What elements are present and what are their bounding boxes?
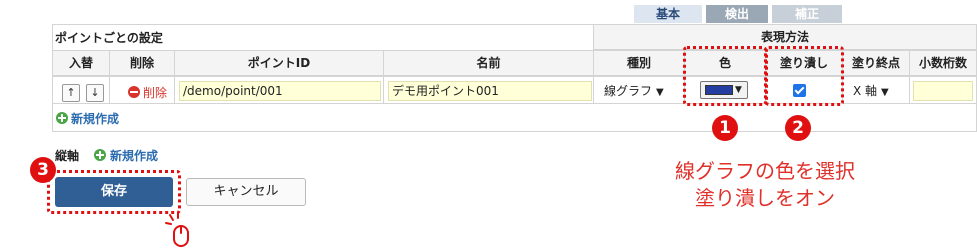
- step-badge-1: 1: [712, 115, 738, 141]
- cancel-button[interactable]: キャンセル: [186, 178, 306, 206]
- col-header-decimals: 小数桁数: [909, 50, 977, 76]
- col-header-type: 種別: [593, 50, 685, 76]
- section-title: ポイントごとの設定: [55, 31, 163, 45]
- add-icon[interactable]: [56, 112, 68, 124]
- fill-end-value: X 軸: [853, 84, 878, 98]
- annotation-line2: 塗り潰しをオン: [695, 186, 835, 210]
- mouse-click-icon: [165, 212, 189, 247]
- chevron-down-icon: ▼: [656, 87, 664, 98]
- step-badge-3: 3: [30, 157, 56, 183]
- add-icon[interactable]: [94, 149, 106, 161]
- col-header-fill-end: 塗り終点: [842, 50, 910, 76]
- move-down-button[interactable]: ↓: [86, 84, 104, 102]
- name-input[interactable]: デモ用ポイント001: [388, 81, 592, 101]
- tab-basic[interactable]: 基本: [634, 5, 702, 23]
- add-new-point-link[interactable]: 新規作成: [71, 110, 119, 127]
- delete-button[interactable]: 削除: [143, 84, 167, 101]
- type-select[interactable]: 線グラフ ▼: [604, 81, 664, 101]
- col-header-point-id: ポイントID: [174, 50, 384, 76]
- highlight-color-column: [683, 46, 767, 106]
- col-header-swap: 入替: [52, 50, 110, 76]
- highlight-save-button: [47, 170, 181, 214]
- highlight-fill-column: [765, 46, 844, 106]
- col-header-name: 名前: [383, 50, 594, 76]
- fill-end-select[interactable]: X 軸 ▼: [853, 81, 889, 101]
- add-vertical-axis-link[interactable]: 新規作成: [110, 147, 158, 164]
- type-select-value: 線グラフ: [604, 84, 653, 98]
- chevron-down-icon: ▼: [881, 87, 889, 98]
- decimals-input[interactable]: [913, 81, 973, 101]
- vertical-axis-label: 縦軸: [55, 149, 80, 163]
- col-header-delete: 削除: [109, 50, 175, 76]
- annotation-line1: 線グラフの色を選択: [675, 159, 855, 183]
- point-id-input[interactable]: /demo/point/001: [179, 81, 381, 101]
- tab-detect[interactable]: 検出: [706, 5, 768, 23]
- move-up-button[interactable]: ↑: [62, 84, 80, 102]
- step-badge-2: 2: [785, 115, 811, 141]
- delete-icon[interactable]: [128, 86, 140, 98]
- tab-correct[interactable]: 補正: [772, 5, 842, 23]
